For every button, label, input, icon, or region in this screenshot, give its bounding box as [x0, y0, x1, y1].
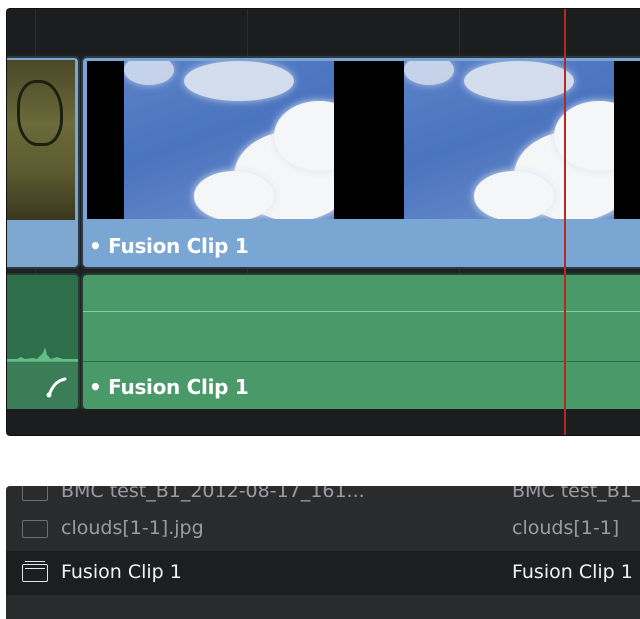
clip-icon — [22, 486, 48, 501]
audio-clip-previous[interactable] — [7, 273, 80, 411]
audio-clip-fusion[interactable]: • Fusion Clip 1 — [81, 273, 640, 411]
curve-icon[interactable] — [45, 375, 69, 399]
timeline-ruler[interactable] — [7, 9, 640, 53]
video-track: • Fusion Clip 1 — [7, 53, 640, 271]
audio-track: • Fusion Clip 1 — [7, 271, 640, 411]
audio-divider — [83, 361, 640, 362]
clip-column: BMC test_B1_2 — [512, 486, 640, 502]
list-item[interactable]: clouds[1-1].jpg clouds[1-1] — [6, 507, 640, 551]
audio-waveform — [7, 275, 78, 362]
clouds-thumbnail — [124, 61, 334, 219]
clip-thumbnails — [87, 61, 640, 219]
fusion-clip-icon — [22, 561, 48, 582]
clip-name: Fusion Clip 1 — [61, 561, 182, 583]
clip-column: Fusion Clip 1 — [512, 561, 633, 583]
video-clip-label: • Fusion Clip 1 — [89, 234, 249, 258]
list-item-selected[interactable]: Fusion Clip 1 Fusion Clip 1 — [6, 551, 640, 595]
video-clip-fusion[interactable]: • Fusion Clip 1 — [81, 56, 640, 269]
audio-clip-label: • Fusion Clip 1 — [89, 375, 249, 399]
video-clip-previous[interactable] — [7, 56, 80, 269]
clip-thumbnail — [7, 60, 75, 220]
clip-icon — [22, 520, 48, 538]
clip-name: BMC test_B1_2012-08-17_161... — [61, 486, 365, 502]
timeline-bottom-area — [7, 409, 640, 435]
clip-column: clouds[1-1] — [512, 517, 620, 539]
media-pool-list: BMC test_B1_2012-08-17_161... BMC test_B… — [6, 486, 640, 619]
clouds-thumbnail — [404, 61, 614, 219]
black-frame — [87, 61, 124, 219]
audio-level-line — [83, 311, 640, 312]
timeline-panel[interactable]: • Fusion Clip 1 • Fusion Clip 1 — [6, 8, 640, 436]
clip-name: clouds[1-1].jpg — [61, 517, 204, 539]
black-frame — [334, 61, 404, 219]
playhead[interactable] — [564, 9, 566, 435]
